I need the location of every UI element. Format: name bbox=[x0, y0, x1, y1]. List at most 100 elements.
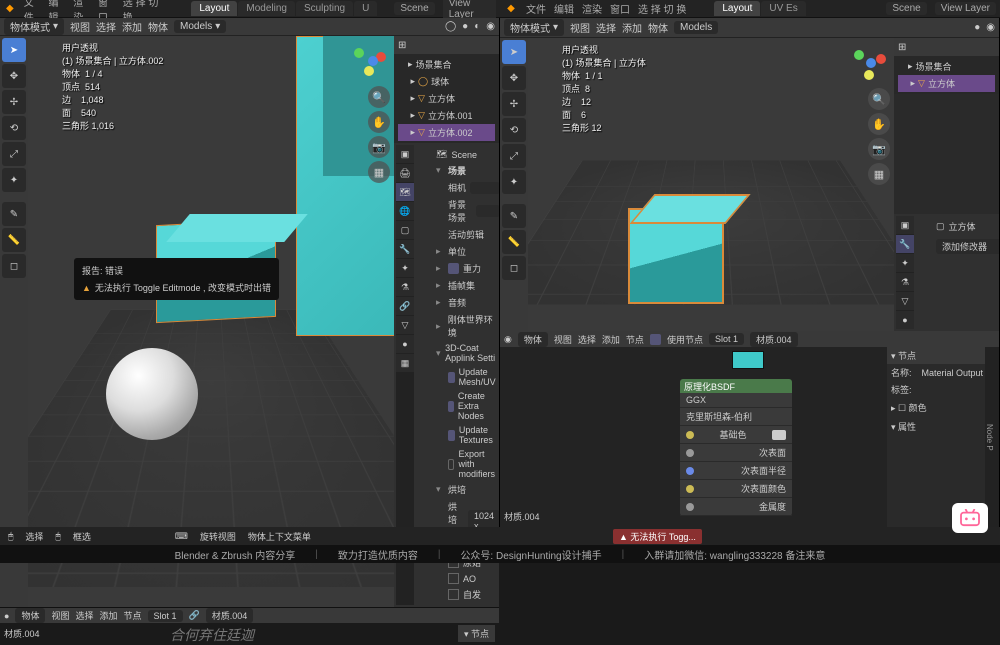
proptab-render[interactable]: ▣ bbox=[396, 145, 414, 163]
tool-rotate[interactable]: ⟲ bbox=[2, 116, 26, 140]
tl-node[interactable]: 节点 bbox=[124, 609, 142, 622]
scene-dropdown[interactable]: Scene bbox=[394, 2, 434, 15]
camera-icon[interactable]: 📷 bbox=[368, 136, 390, 158]
check-updtex[interactable] bbox=[448, 430, 455, 441]
tl-mat[interactable]: 材质.004 bbox=[206, 608, 254, 623]
sidetab-nodep[interactable]: Node P bbox=[985, 353, 994, 521]
panel-keyset[interactable]: 插帧集 bbox=[448, 279, 475, 292]
tab-sculpting[interactable]: Sculpting bbox=[296, 1, 353, 16]
tool-addcube[interactable]: ◻ bbox=[2, 254, 26, 278]
proptab-physics[interactable]: ⚗ bbox=[396, 278, 414, 296]
link-icon[interactable]: 🔗 bbox=[189, 610, 200, 621]
zoom-icon[interactable]: 🔍 bbox=[368, 86, 390, 108]
node-add[interactable]: 添加 bbox=[602, 333, 620, 346]
panel-applink[interactable]: 3D-Coat Applink Setti bbox=[445, 343, 499, 363]
node-snap[interactable]: ▾ 节点 bbox=[458, 625, 495, 642]
menu-selectwrap-r[interactable]: 选 择 切 换 bbox=[638, 1, 686, 16]
shading-rendered-icon-r[interactable]: ◉ bbox=[986, 22, 995, 33]
hdr-select[interactable]: 选择 bbox=[96, 19, 116, 34]
node-editor-icon[interactable]: ◉ bbox=[504, 334, 512, 345]
proptab-mod[interactable]: 🔧 bbox=[396, 240, 414, 258]
proptab-mod-r[interactable]: 🔧 bbox=[896, 235, 914, 253]
shading-rendered-icon[interactable]: ◉ bbox=[486, 21, 495, 32]
hdr-view[interactable]: 视图 bbox=[70, 19, 90, 34]
outliner-filter-icon[interactable]: ⊞ bbox=[398, 40, 406, 51]
proptab-physics-r[interactable]: ⚗ bbox=[896, 273, 914, 291]
hdr-view-r[interactable]: 视图 bbox=[570, 20, 590, 35]
editor-type-icon[interactable]: ● bbox=[4, 611, 9, 621]
proptab-object[interactable]: ▢ bbox=[396, 221, 414, 239]
tl-mode[interactable]: 物体 bbox=[15, 608, 45, 623]
node-view[interactable]: 视图 bbox=[554, 333, 572, 346]
node-slot[interactable]: Slot 1 bbox=[709, 333, 744, 345]
models-dropdown[interactable]: Models▾ bbox=[174, 20, 226, 33]
tl-slot[interactable]: Slot 1 bbox=[148, 610, 183, 622]
shading-wireframe-icon[interactable]: ◯ bbox=[445, 21, 456, 32]
node-mat[interactable]: 材质.004 bbox=[750, 332, 798, 347]
check-ao[interactable] bbox=[448, 573, 459, 584]
node-props-panel[interactable]: 属性 bbox=[898, 422, 916, 432]
outliner-filter-icon-r[interactable]: ⊞ bbox=[898, 42, 906, 53]
tool-rotate-r[interactable]: ⟲ bbox=[502, 118, 526, 142]
proptab-output[interactable]: 🖨 bbox=[396, 164, 414, 182]
viewlayer-dropdown-r[interactable]: View Layer bbox=[935, 2, 996, 15]
hdr-object-r[interactable]: 物体 bbox=[648, 20, 668, 35]
mode-dropdown[interactable]: 物体模式▾ bbox=[4, 18, 64, 35]
tool-scale-r[interactable]: ⤢ bbox=[502, 144, 526, 168]
tool-transform[interactable]: ✦ bbox=[2, 168, 26, 192]
tool-select-r[interactable]: ➤ bbox=[502, 40, 526, 64]
node-label-field[interactable] bbox=[916, 384, 995, 396]
proptab-material[interactable]: ● bbox=[396, 335, 414, 353]
proptab-data-r[interactable]: ▽ bbox=[896, 292, 914, 310]
tool-transform-r[interactable]: ✦ bbox=[502, 170, 526, 194]
tl-add[interactable]: 添加 bbox=[99, 609, 117, 622]
bgscene-picker[interactable] bbox=[476, 205, 499, 217]
menu-render-r[interactable]: 渲染 bbox=[582, 1, 602, 16]
proptab-world[interactable]: 🌐 bbox=[396, 202, 414, 220]
tool-measure[interactable]: 📏 bbox=[2, 228, 26, 252]
hdr-select-r[interactable]: 选择 bbox=[596, 20, 616, 35]
node-name-field[interactable]: Material Output bbox=[916, 367, 995, 379]
use-nodes-check[interactable] bbox=[650, 334, 661, 345]
principled-bsdf-node[interactable]: 原理化BSDF GGX 克里斯坦森-伯利 基础色 次表面 次表面半径 次表面颜色… bbox=[680, 379, 792, 516]
add-modifier-button[interactable]: 添加修改器 bbox=[936, 239, 999, 254]
panel-units[interactable]: 单位 bbox=[448, 245, 466, 258]
check-createnodes[interactable] bbox=[448, 401, 454, 412]
persp-icon[interactable]: ▦ bbox=[368, 161, 390, 183]
tool-cursor[interactable]: ✥ bbox=[2, 64, 26, 88]
tool-move[interactable]: ✢ bbox=[2, 90, 26, 114]
proptab-particle[interactable]: ✦ bbox=[396, 259, 414, 277]
pan-icon-r[interactable]: ✋ bbox=[868, 113, 890, 135]
pan-icon[interactable]: ✋ bbox=[368, 111, 390, 133]
menu-window-r[interactable]: 窗口 bbox=[610, 1, 630, 16]
check-emit[interactable] bbox=[448, 589, 459, 600]
tool-measure-r[interactable]: 📏 bbox=[502, 230, 526, 254]
error-badge[interactable]: ▲ 无法执行 Togg... bbox=[613, 529, 702, 544]
camera-icon-r[interactable]: 📷 bbox=[868, 138, 890, 160]
tab-uv[interactable]: U bbox=[354, 1, 377, 16]
proptab-texture[interactable]: ▦ bbox=[396, 354, 414, 372]
node-node[interactable]: 节点 bbox=[626, 333, 644, 346]
models-dropdown-r[interactable]: Models bbox=[674, 21, 718, 34]
proptab-data[interactable]: ▽ bbox=[396, 316, 414, 334]
tab-layout[interactable]: Layout bbox=[191, 1, 237, 16]
mesh-sphere[interactable] bbox=[106, 348, 198, 440]
node-mode[interactable]: 物体 bbox=[518, 332, 548, 347]
proptab-scene[interactable]: 🗺 bbox=[396, 183, 414, 201]
persp-icon-r[interactable]: ▦ bbox=[868, 163, 890, 185]
hdr-object[interactable]: 物体 bbox=[148, 19, 168, 34]
blender-logo-icon[interactable]: ◆ bbox=[504, 2, 518, 16]
proptab-material-r[interactable]: ● bbox=[896, 311, 914, 329]
panel-bake[interactable]: 烘培 bbox=[448, 483, 466, 496]
tool-scale[interactable]: ⤢ bbox=[2, 142, 26, 166]
tool-cursor-r[interactable]: ✥ bbox=[502, 66, 526, 90]
tab-layout-r[interactable]: Layout bbox=[714, 1, 760, 16]
menu-file-r[interactable]: 文件 bbox=[526, 1, 546, 16]
shading-matprev-icon[interactable]: ◐ bbox=[474, 21, 480, 32]
panel-rbw[interactable]: 刚体世界环境 bbox=[448, 313, 499, 339]
node-color-panel[interactable]: 颜色 bbox=[909, 403, 927, 413]
hdr-add-r[interactable]: 添加 bbox=[622, 20, 642, 35]
outliner-scene-r[interactable]: ▸ 场景集合 bbox=[898, 58, 995, 75]
scene-dropdown-r[interactable]: Scene bbox=[886, 2, 926, 15]
camera-picker[interactable] bbox=[470, 182, 499, 194]
